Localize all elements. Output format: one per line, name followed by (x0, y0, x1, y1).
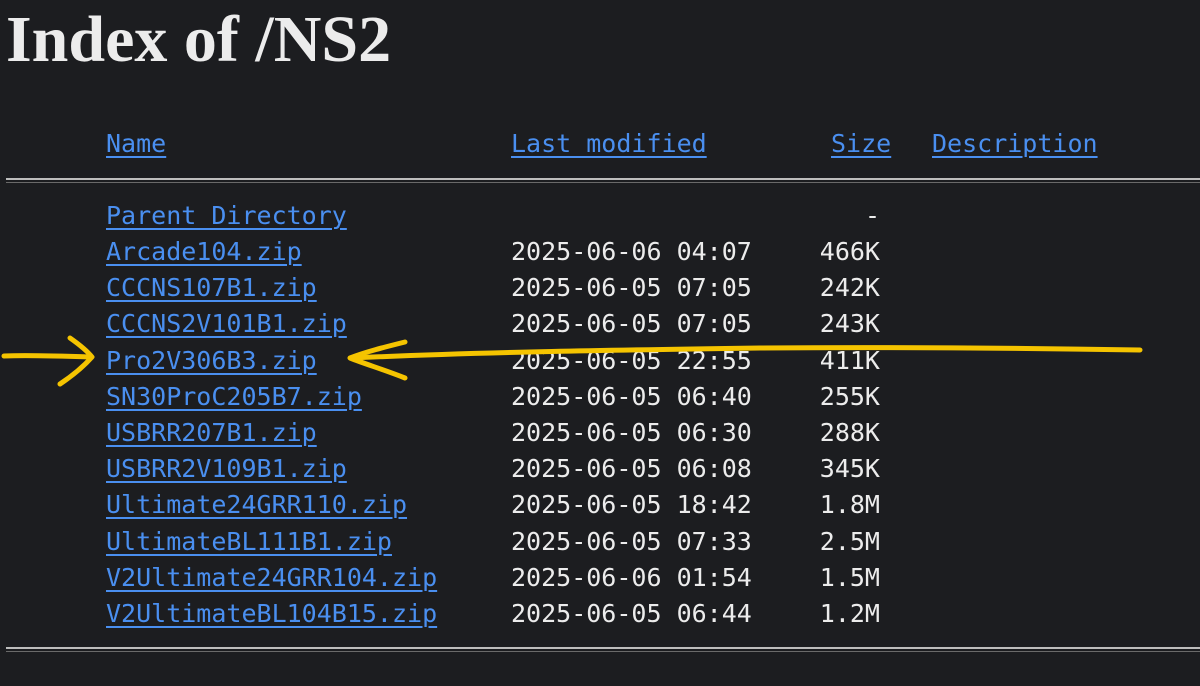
file-size: 1.8M (819, 490, 880, 520)
footer-divider (6, 647, 1200, 652)
sort-by-description-link[interactable]: Description (932, 126, 1098, 162)
file-modified: 2025-06-05 06:40 (511, 381, 752, 411)
file-modified: 2025-06-06 04:07 (511, 237, 752, 266)
parent-directory-row: Parent Directory - (0, 198, 1200, 234)
file-row: CCCNS2V101B1.zip 2025-06-05 07:05 243K (0, 306, 1200, 342)
file-size: 288K (819, 418, 880, 447)
parent-size: - (864, 201, 880, 230)
parent-directory-link[interactable]: Parent Directory (106, 198, 347, 234)
column-header-row: Name Last modified Size Description (0, 126, 1200, 162)
sort-by-name-link[interactable]: Name (106, 126, 166, 162)
file-size: 2.5M (819, 526, 880, 556)
file-size: 243K (819, 309, 880, 339)
header-divider (6, 178, 1200, 183)
file-size: 242K (819, 273, 880, 303)
file-size: 1.5M (819, 562, 880, 592)
file-modified: 2025-06-05 07:05 (511, 309, 752, 339)
file-modified: 2025-06-05 07:05 (511, 273, 752, 303)
file-row: V2Ultimate24GRR104.zip 2025-06-06 01:54 1.… (0, 560, 1200, 596)
file-size: 411K (819, 345, 880, 375)
file-link[interactable]: V2UltimateBL104B15.zip (106, 596, 437, 632)
file-size: 1.2M (819, 599, 880, 628)
file-link[interactable]: Ultimate24GRR110.zip (106, 487, 407, 523)
file-modified: 2025-06-05 07:33 (511, 526, 752, 556)
file-link[interactable]: UltimateBL111B1.zip (106, 524, 392, 560)
sort-by-last-modified-link[interactable]: Last modified (511, 126, 707, 162)
file-row: USBRR2V109B1.zip 2025-06-05 06:08 345K (0, 451, 1200, 487)
file-link[interactable]: CCCNS107B1.zip (106, 270, 317, 306)
file-modified: 2025-06-05 18:42 (511, 490, 752, 520)
file-link[interactable]: USBRR207B1.zip (106, 415, 317, 451)
file-row: CCCNS107B1.zip 2025-06-05 07:05 242K (0, 270, 1200, 306)
file-row: USBRR207B1.zip 2025-06-05 06:30 288K (0, 415, 1200, 451)
file-link[interactable]: SN30ProC205B7.zip (106, 379, 362, 415)
file-modified: 2025-06-06 01:54 (511, 562, 752, 592)
file-modified: 2025-06-05 06:08 (511, 454, 752, 484)
sort-by-size-link[interactable]: Size (831, 126, 891, 162)
file-size: 255K (819, 381, 880, 411)
file-link[interactable]: V2Ultimate24GRR104.zip (106, 560, 437, 596)
file-row: Pro2V306B3.zip 2025-06-05 22:55 411K (0, 343, 1200, 379)
file-size: 466K (819, 237, 880, 266)
file-size: 345K (819, 454, 880, 484)
file-link[interactable]: Arcade104.zip (106, 234, 302, 270)
file-row: SN30ProC205B7.zip 2025-06-05 06:40 255K (0, 379, 1200, 415)
file-modified: 2025-06-05 06:30 (511, 418, 752, 447)
file-row: Ultimate24GRR110.zip 2025-06-05 18:42 1.8M (0, 487, 1200, 523)
file-link[interactable]: Pro2V306B3.zip (106, 343, 317, 379)
file-link[interactable]: CCCNS2V101B1.zip (106, 306, 347, 342)
file-row: UltimateBL111B1.zip 2025-06-05 07:33 2.5M (0, 524, 1200, 560)
file-row: Arcade104.zip 2025-06-06 04:07 466K (0, 234, 1200, 270)
file-modified: 2025-06-05 22:55 (511, 345, 752, 375)
page-title: Index of /NS2 (6, 3, 392, 76)
file-row: V2UltimateBL104B15.zip 2025-06-05 06:44 1.… (0, 596, 1200, 632)
file-link[interactable]: USBRR2V109B1.zip (106, 451, 347, 487)
file-modified: 2025-06-05 06:44 (511, 599, 752, 628)
